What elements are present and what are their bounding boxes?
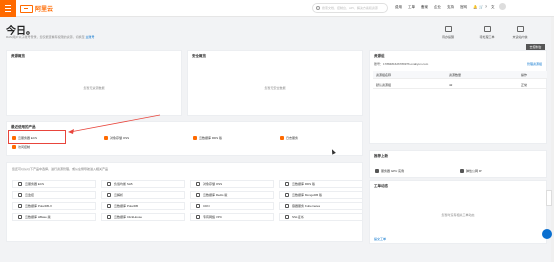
product-label: 云解析 — [114, 193, 124, 197]
product-grid-item[interactable]: 云数据库 PolarDB-X — [12, 202, 96, 210]
product-icon — [285, 215, 289, 219]
product-grid-item[interactable]: 云数据库 HBase 版 — [12, 213, 96, 221]
product-icon — [196, 182, 200, 186]
product-icon — [107, 193, 111, 197]
product-grid-item[interactable]: 云解析 — [101, 191, 185, 199]
product-icon — [107, 182, 111, 186]
product-grid-item[interactable]: 容器服务 Kubernetes — [279, 202, 363, 210]
product-grid-item[interactable]: 云数据库 MongoDB 版 — [279, 191, 363, 199]
product-icon — [107, 215, 111, 219]
product-label: 负载均衡 SLB — [114, 182, 133, 186]
product-grid-item[interactable]: 负载均衡 SLB — [101, 180, 185, 188]
product-label: 专有网络 VPC — [203, 215, 223, 219]
product-label: 云数据库 Redis 版 — [203, 193, 228, 197]
product-label: 云数据库 MongoDB 版 — [292, 193, 323, 197]
product-label: 对象存储 OSS — [203, 182, 223, 186]
product-grid-item[interactable]: CDN — [190, 202, 274, 210]
all-products-hint: 您还可以从以下产品中选择，进行资源管理，或从左侧导航进入相关产品 — [12, 167, 109, 171]
product-label: 云数据库 RDS 版 — [292, 182, 316, 186]
new-product-eip[interactable]: 弹性公网 IP — [460, 167, 482, 174]
product-icon — [107, 204, 111, 208]
product-label: 云数据库 HBase 版 — [25, 215, 51, 219]
product-grid-item[interactable]: 云数据库 RDS 版 — [279, 180, 363, 188]
product-grid-item[interactable]: 云数据库 PolarDB — [101, 202, 185, 210]
product-label: 云数据库 PolarDB — [114, 204, 139, 208]
product-label: 云数据库 ClickHouse — [114, 215, 143, 219]
product-icon — [18, 204, 22, 208]
product-label: 云数据库 PolarDB-X — [25, 204, 53, 208]
submit-ticket-link[interactable]: 提交工单 — [374, 237, 386, 241]
product-icon — [18, 193, 22, 197]
product-grid-item[interactable]: 专有网络 VPC — [190, 213, 274, 221]
product-icon — [285, 182, 289, 186]
feedback-side-button[interactable] — [546, 190, 552, 206]
help-chat-button[interactable] — [542, 229, 552, 239]
product-label: CDN — [203, 204, 210, 208]
product-icon — [196, 215, 200, 219]
product-label: SSL证书 — [292, 215, 304, 219]
product-icon — [18, 215, 22, 219]
product-icon — [196, 204, 200, 208]
workorder-card: 工单动态 您暂时没有相关工单动态 提交工单 — [369, 180, 547, 244]
product-grid-item[interactable]: 云数据库 Redis 版 — [190, 191, 274, 199]
product-icon — [18, 182, 22, 186]
product-grid-item[interactable]: SSL证书 — [279, 213, 363, 221]
product-icon — [285, 193, 289, 197]
product-grid-item[interactable]: 云数据库 ClickHouse — [101, 213, 185, 221]
product-label: 容器服务 Kubernetes — [292, 204, 321, 208]
product-label: 云服务器 ECS — [25, 182, 45, 186]
new-product-gpu[interactable]: 服务器 GPU 实例 — [375, 167, 404, 174]
product-grid-item[interactable]: 对象存储 OSS — [190, 180, 274, 188]
product-icon — [196, 193, 200, 197]
product-label: 云监控 — [25, 193, 35, 197]
product-grid-item[interactable]: 云监控 — [12, 191, 96, 199]
product-icon — [285, 204, 289, 208]
eip-icon — [460, 168, 464, 173]
gpu-icon — [375, 168, 379, 173]
all-products-card: 您还可以从以下产品中选择，进行资源管理，或从左侧导航进入相关产品 云服务器 EC… — [6, 162, 363, 242]
product-grid-item[interactable]: 云服务器 ECS — [12, 180, 96, 188]
new-products-card: 推荐上新 服务器 GPU 实例 弹性公网 IP — [369, 150, 547, 178]
